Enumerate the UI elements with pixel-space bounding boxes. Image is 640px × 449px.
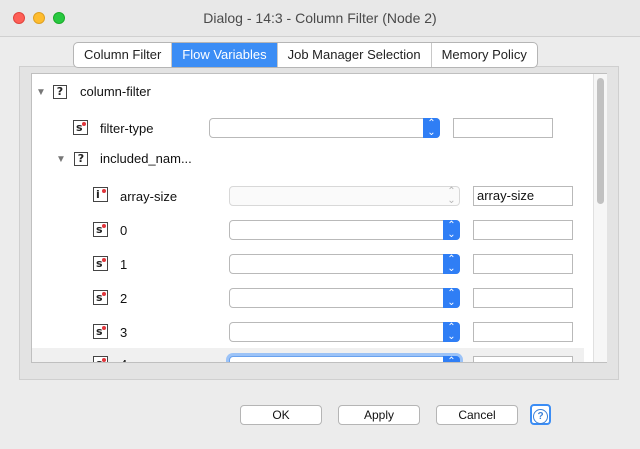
title-bar[interactable]: Dialog - 14:3 - Column Filter (Node 2) xyxy=(0,0,640,37)
item-variable-select[interactable]: ⌃⌄ xyxy=(229,220,460,240)
tree-node-item: 1 xyxy=(120,257,128,272)
tree-node-item: 3 xyxy=(120,325,128,340)
tree-node-column-filter[interactable]: column-filter xyxy=(80,84,151,99)
cancel-button[interactable]: Cancel xyxy=(436,405,518,425)
string-type-icon: s xyxy=(93,356,108,362)
help-icon: ? xyxy=(533,409,548,424)
scrollbar-thumb[interactable] xyxy=(597,78,604,204)
item-export-field[interactable] xyxy=(473,322,573,342)
string-type-icon: s xyxy=(73,120,88,135)
string-type-icon: s xyxy=(93,324,108,339)
chevron-updown-icon: ⌃⌄ xyxy=(447,186,456,206)
string-type-icon: s xyxy=(93,290,108,305)
tree-node-filter-type: filter-type xyxy=(100,121,154,136)
string-type-icon: s xyxy=(93,256,108,271)
item-variable-select[interactable]: ⌃⌄ xyxy=(229,288,460,308)
array-size-export-field[interactable]: array-size xyxy=(473,186,573,206)
item-export-field[interactable] xyxy=(473,288,573,308)
help-button[interactable]: ? xyxy=(530,404,551,425)
item-variable-select[interactable]: ⌃⌄ xyxy=(229,356,460,362)
expand-arrow-icon[interactable]: ▼ xyxy=(56,154,66,165)
tree-node-array-size: array-size xyxy=(120,189,178,204)
chevron-updown-icon: ⌃⌄ xyxy=(443,356,460,362)
item-variable-select[interactable]: ⌃⌄ xyxy=(229,254,460,274)
tab-bar: Column Filter Flow Variables Job Manager… xyxy=(73,42,538,68)
tree-node-item: 2 xyxy=(120,291,128,306)
ok-button[interactable]: OK xyxy=(240,405,322,425)
expand-arrow-icon[interactable]: ▼ xyxy=(36,87,46,98)
item-export-field[interactable] xyxy=(473,356,573,362)
config-node-icon: ? xyxy=(53,85,67,99)
chevron-updown-icon: ⌃⌄ xyxy=(423,118,440,138)
window-title: Dialog - 14:3 - Column Filter (Node 2) xyxy=(203,10,437,26)
clipped-row-container: s 4 ⌃⌄ xyxy=(32,348,592,362)
tab-job-manager-selection[interactable]: Job Manager Selection xyxy=(278,43,432,67)
config-node-icon: ? xyxy=(74,152,88,166)
vertical-scrollbar[interactable] xyxy=(593,74,607,362)
apply-button[interactable]: Apply xyxy=(338,405,420,425)
item-export-field[interactable] xyxy=(473,220,573,240)
chevron-updown-icon: ⌃⌄ xyxy=(443,288,460,308)
tab-memory-policy[interactable]: Memory Policy xyxy=(432,43,537,67)
tab-flow-variables[interactable]: Flow Variables xyxy=(172,43,278,67)
filter-type-export-field[interactable] xyxy=(453,118,553,138)
filter-type-variable-select[interactable]: ⌃ ⌄ xyxy=(209,118,440,138)
string-type-icon: s xyxy=(93,222,108,237)
tree-node-included-names[interactable]: included_nam... xyxy=(100,151,192,166)
chevron-updown-icon: ⌃⌄ xyxy=(443,220,460,240)
tree-node-item: 0 xyxy=(120,223,128,238)
item-variable-select[interactable]: ⌃⌄ xyxy=(229,322,460,342)
tab-column-filter[interactable]: Column Filter xyxy=(74,43,173,67)
flow-variable-tree xyxy=(31,73,607,363)
item-export-field[interactable] xyxy=(473,254,573,274)
chevron-updown-icon: ⌃⌄ xyxy=(443,322,460,342)
tree-node-item: 4 xyxy=(120,357,127,362)
dialog-window: Dialog - 14:3 - Column Filter (Node 2) C… xyxy=(0,0,640,449)
array-size-variable-select: ⌃ ⌄ xyxy=(229,186,460,206)
integer-type-icon: i xyxy=(93,187,108,202)
chevron-updown-icon: ⌃⌄ xyxy=(443,254,460,274)
